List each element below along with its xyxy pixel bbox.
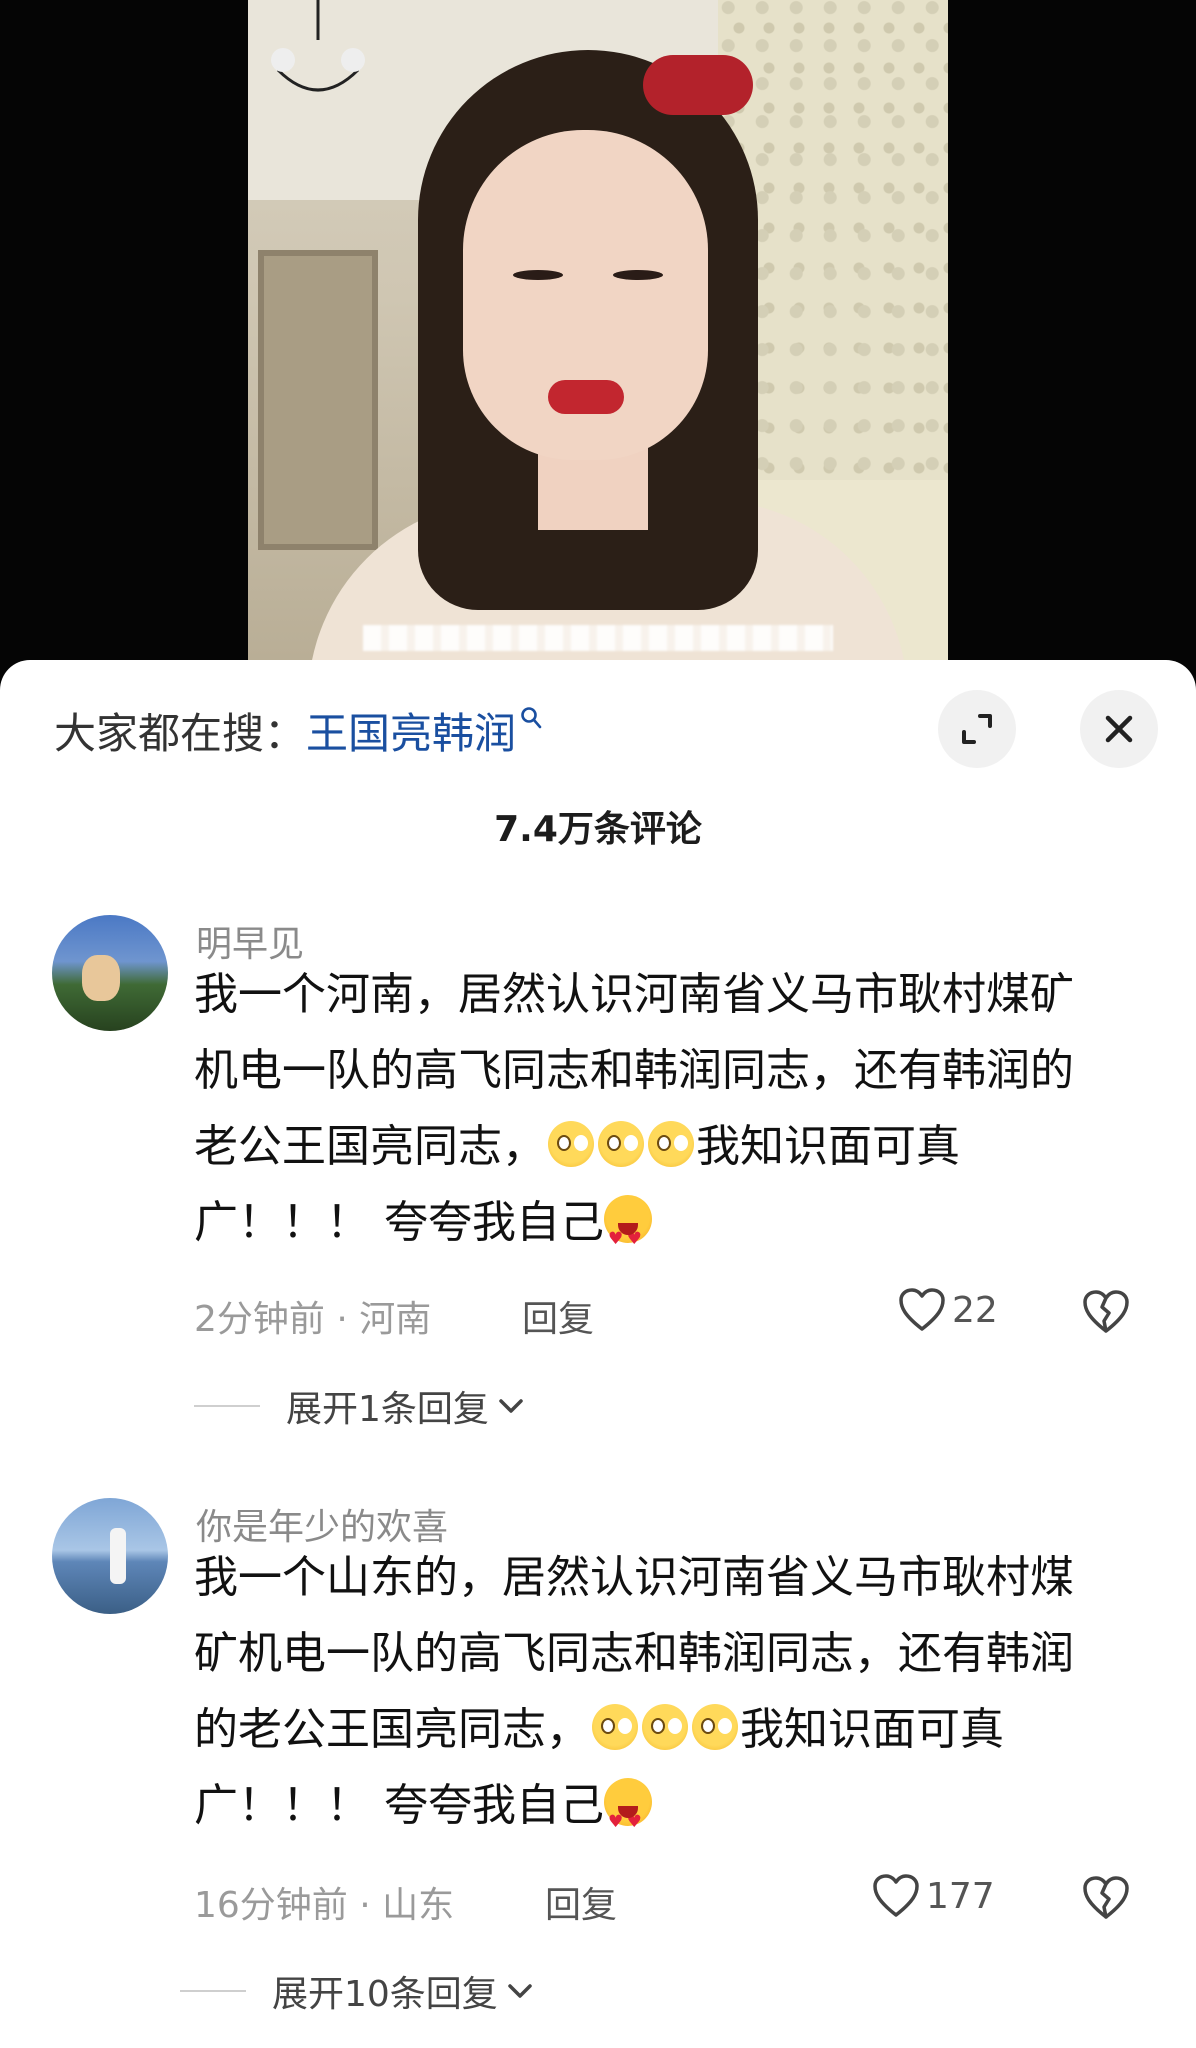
- expand-replies-label: 展开10条回复: [272, 1974, 498, 2015]
- hair-bow: [643, 55, 753, 115]
- chevron-down-icon: [508, 1984, 532, 1998]
- pleading-emoji-icon: [598, 1121, 644, 1167]
- search-suggestion[interactable]: 大家都在搜：王国亮韩润: [54, 700, 542, 761]
- broken-heart-icon[interactable]: [1082, 1289, 1130, 1335]
- pleading-emoji-icon: [548, 1121, 594, 1167]
- reply-button[interactable]: 回复: [522, 1290, 594, 1342]
- comment-text: 我一个河南，居然认识河南省义马市耿村煤矿机电一队的高飞同志和韩润同志，还有韩润的…: [194, 957, 1114, 1277]
- comment-meta: 2分钟前 · 河南: [194, 1299, 432, 1340]
- reply-button[interactable]: 回复: [545, 1876, 617, 1928]
- video-player[interactable]: [0, 0, 1196, 680]
- expand-replies-label: 展开1条回复: [286, 1389, 489, 1430]
- expand-replies-button[interactable]: 展开1条回复: [194, 1380, 525, 1432]
- avatar[interactable]: [52, 915, 168, 1031]
- lips: [548, 380, 624, 414]
- like-count: 177: [926, 1875, 995, 1917]
- comment-time: 2分钟前: [194, 1299, 325, 1340]
- comment-text: 我一个山东的，居然认识河南省义马市耿村煤矿机电一队的高飞同志和韩润同志，还有韩润…: [194, 1540, 1114, 1860]
- chandelier: [271, 0, 365, 92]
- comment-item: 你是年少的欢喜 我一个山东的，居然认识河南省义马市耿村煤矿机电一队的高飞同志和韩…: [0, 1498, 1196, 2048]
- comment-meta: 16分钟前 · 山东: [194, 1885, 455, 1926]
- video-frame[interactable]: [248, 0, 948, 660]
- doorway: [258, 250, 378, 550]
- like-button[interactable]: 22: [898, 1287, 998, 1333]
- expand-icon: [962, 714, 992, 744]
- search-suggestion-prefix: 大家都在搜：: [54, 709, 307, 758]
- heart-icon: [899, 1288, 945, 1331]
- expand-button[interactable]: [938, 690, 1016, 768]
- chevron-down-icon: [499, 1399, 523, 1413]
- search-suggestion-keyword[interactable]: 王国亮韩润: [306, 709, 516, 758]
- comment-item: 明早见 我一个河南，居然认识河南省义马市耿村煤矿机电一队的高飞同志和韩润同志，还…: [0, 915, 1196, 1475]
- comment-count-title: 7.4万条评论: [494, 809, 702, 850]
- divider: [180, 1990, 246, 1992]
- close-icon: [1105, 715, 1133, 743]
- pleading-emoji-icon: [592, 1704, 638, 1750]
- avatar[interactable]: [52, 1498, 168, 1614]
- heart-eyes-emoji-icon: [604, 1195, 652, 1277]
- heart-eyes-emoji-icon: [604, 1778, 652, 1860]
- comment-location: 河南: [359, 1299, 432, 1340]
- comment-time: 16分钟前: [194, 1885, 348, 1926]
- like-button[interactable]: 177: [872, 1873, 995, 1919]
- like-count: 22: [952, 1289, 998, 1331]
- pleading-emoji-icon: [642, 1704, 688, 1750]
- close-button[interactable]: [1080, 690, 1158, 768]
- pleading-emoji-icon: [692, 1704, 738, 1750]
- search-icon: [521, 707, 542, 729]
- heart-icon: [873, 1874, 919, 1917]
- right-eye: [613, 270, 663, 280]
- divider: [194, 1405, 260, 1407]
- broken-heart-icon[interactable]: [1082, 1875, 1130, 1921]
- comment-location: 山东: [382, 1885, 455, 1926]
- pleading-emoji-icon: [648, 1121, 694, 1167]
- blurred-subtitle: [363, 625, 833, 651]
- expand-replies-button[interactable]: 展开10条回复: [180, 1965, 534, 2017]
- left-eye: [513, 270, 563, 280]
- comment-sheet: 大家都在搜：王国亮韩润 7.4万条评论 明早见 我一个河南，居然认识河南省义马市…: [0, 660, 1196, 2048]
